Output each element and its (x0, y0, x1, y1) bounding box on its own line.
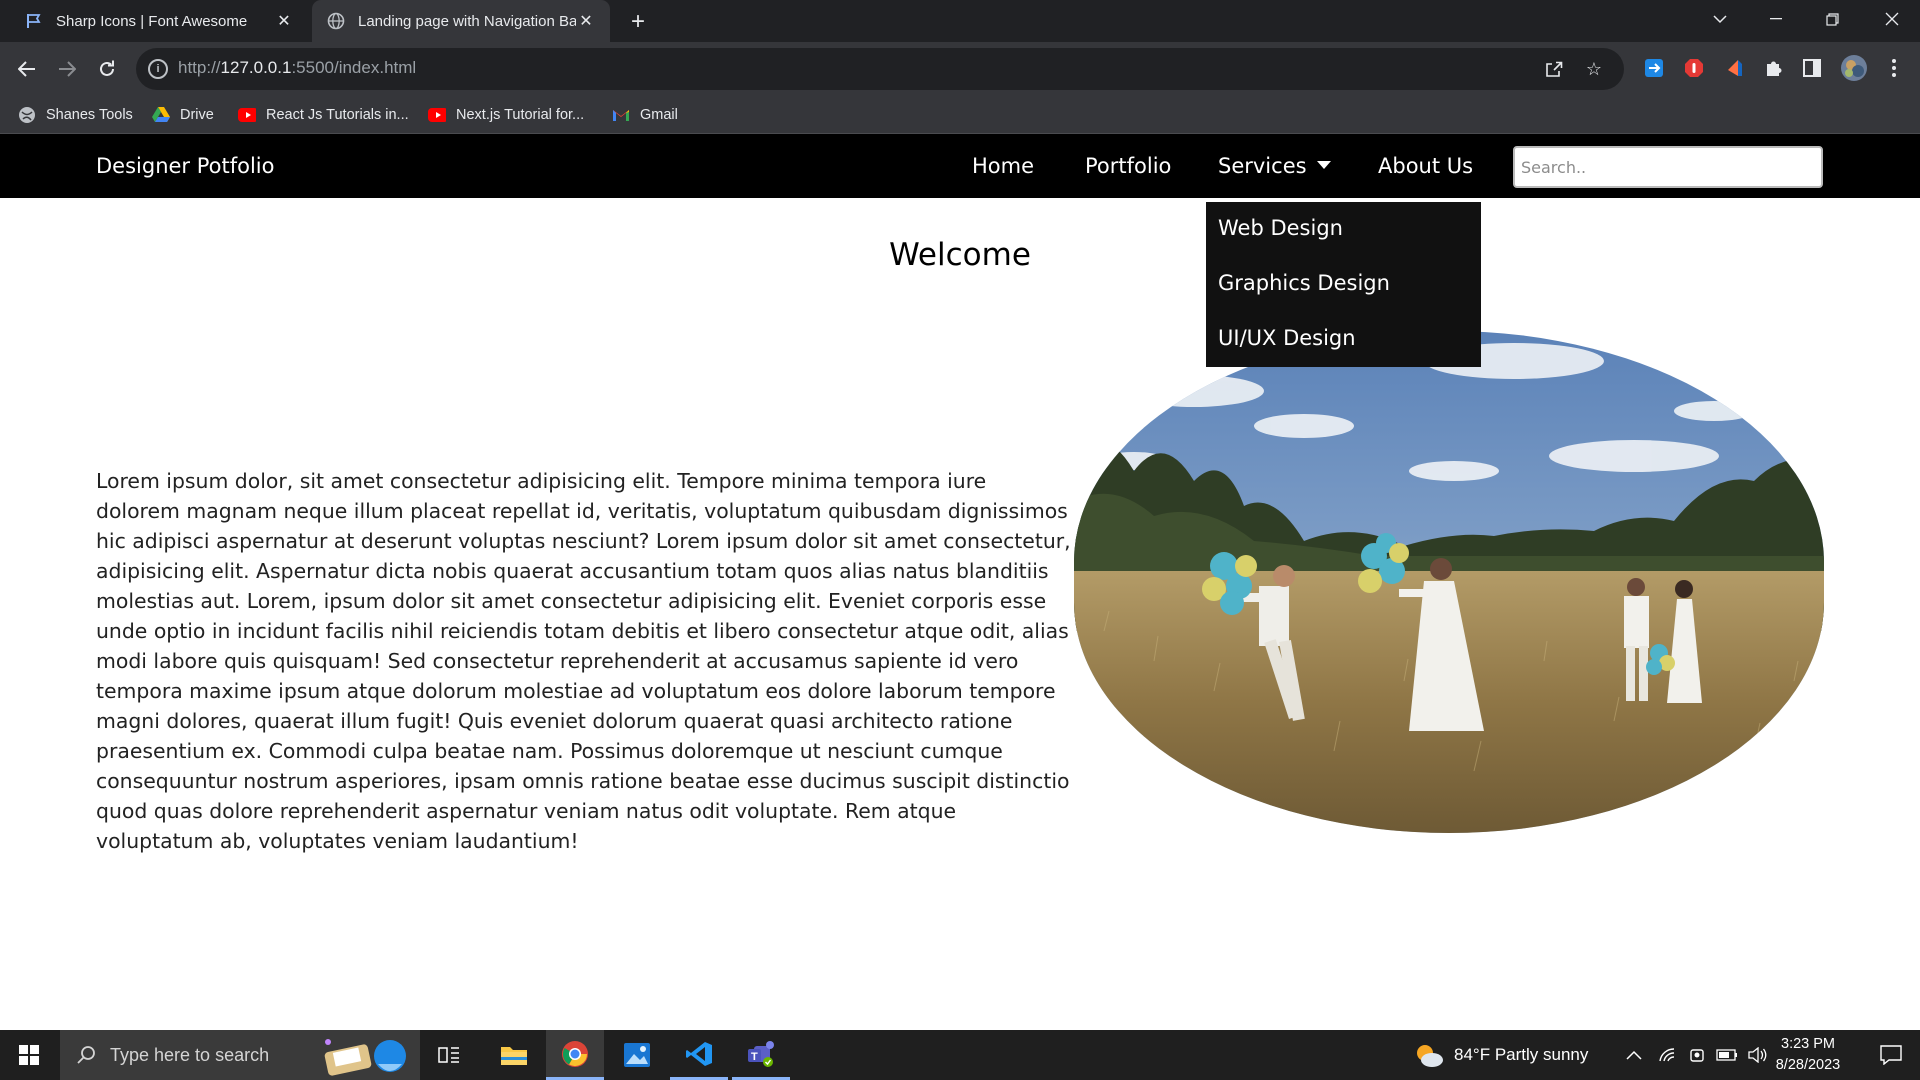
teams-icon[interactable]: T (732, 1030, 790, 1080)
tab-title: Landing page with Navigation Ba (358, 12, 576, 30)
weather-text: 84°F Partly sunny (1454, 1045, 1589, 1064)
tab-search-chevron-icon[interactable] (1694, 0, 1746, 38)
system-tray (1626, 1030, 1768, 1080)
intro-paragraph: Lorem ipsum dolor, sit amet consectetur … (96, 469, 1071, 853)
extension-adblock-icon[interactable] (1682, 56, 1706, 80)
restore-icon[interactable] (1806, 0, 1858, 38)
taskbar-clock[interactable]: 3:23 PM 8/28/2023 (1754, 1034, 1862, 1076)
notifications-icon[interactable] (1862, 1030, 1920, 1080)
search-icon (76, 1045, 96, 1065)
address-bar[interactable]: i http://127.0.0.1:5500/index.html ☆ (136, 48, 1624, 90)
bookmark-star-icon[interactable]: ☆ (1582, 57, 1606, 81)
hero-image (1074, 331, 1824, 833)
dropdown-item-web-design[interactable]: Web Design (1218, 216, 1343, 240)
site-search-input[interactable] (1513, 146, 1823, 188)
minimize-icon[interactable] (1750, 0, 1802, 38)
weather-widget[interactable]: 84°F Partly sunny (1414, 1030, 1588, 1080)
tab-close-icon[interactable]: ✕ (274, 11, 294, 31)
bookmark-label: React Js Tutorials in... (266, 107, 409, 123)
clock-date: 8/28/2023 (1775, 1057, 1841, 1073)
partly-sunny-icon (1414, 1042, 1444, 1068)
windows-start-icon[interactable] (0, 1030, 58, 1080)
menu-kebab-icon[interactable] (1882, 56, 1906, 80)
globe-icon (18, 106, 36, 124)
vscode-icon[interactable] (670, 1030, 728, 1080)
site-brand[interactable]: Designer Potfolio (96, 154, 275, 178)
network-icon[interactable] (1658, 1047, 1676, 1063)
bookmarks-bar: Shanes Tools Drive React Js Tutorials in… (0, 96, 1920, 134)
url-text: http://127.0.0.1:5500/index.html (178, 58, 417, 77)
windows-taskbar: Type here to search T 84°F Partly sunny (0, 1030, 1920, 1080)
tab-landing-page[interactable]: Landing page with Navigation Ba ✕ (312, 0, 610, 42)
bookmark-label: Next.js Tutorial for... (456, 107, 585, 123)
tray-chevron-up-icon[interactable] (1626, 1050, 1642, 1060)
bookmark-shanes-tools[interactable]: Shanes Tools (18, 104, 133, 126)
nav-portfolio-link[interactable]: Portfolio (1085, 154, 1171, 178)
bookmark-label: Gmail (640, 107, 678, 123)
share-icon[interactable] (1542, 57, 1566, 81)
new-tab-icon[interactable]: + (624, 8, 652, 36)
close-window-icon[interactable] (1866, 0, 1918, 38)
taskbar-search-box[interactable]: Type here to search (60, 1030, 420, 1080)
bookmark-nextjs-tutorial[interactable]: Next.js Tutorial for... (428, 104, 584, 126)
services-dropdown-menu: Web Design Graphics Design UI/UX Design (1206, 202, 1481, 367)
youtube-icon (428, 106, 446, 124)
bookmark-label: Shanes Tools (46, 107, 133, 123)
chrome-taskbar-icon[interactable] (546, 1030, 604, 1080)
nav-services-label: Services (1218, 154, 1307, 178)
site-navbar: Designer Potfolio Home Portfolio Service… (0, 134, 1920, 198)
tab-close-icon[interactable]: ✕ (576, 11, 596, 31)
extension-orange-icon[interactable] (1722, 56, 1746, 80)
browser-toolbar: i http://127.0.0.1:5500/index.html ☆ (0, 42, 1920, 96)
browser-tab-strip: Sharp Icons | Font Awesome ✕ Landing pag… (0, 0, 1920, 42)
gmail-icon (612, 106, 630, 124)
welcome-heading: Welcome (889, 237, 1031, 273)
bookmark-react-tutorials[interactable]: React Js Tutorials in... (238, 104, 409, 126)
side-panel-icon[interactable] (1800, 56, 1824, 80)
globe-icon (326, 11, 346, 31)
extensions-puzzle-icon[interactable] (1762, 56, 1786, 80)
back-icon[interactable] (12, 54, 42, 84)
tab-title: Sharp Icons | Font Awesome (56, 12, 248, 30)
nav-home-link[interactable]: Home (972, 154, 1034, 178)
meet-now-icon[interactable] (1688, 1047, 1706, 1063)
reload-icon[interactable] (92, 54, 122, 84)
tab-font-awesome[interactable]: Sharp Icons | Font Awesome ✕ (10, 0, 308, 42)
forward-icon[interactable] (52, 54, 82, 84)
caret-down-icon (1316, 161, 1331, 169)
dropdown-item-graphics-design[interactable]: Graphics Design (1218, 271, 1390, 295)
profile-avatar[interactable] (1840, 54, 1868, 82)
search-highlight-icon (320, 1034, 416, 1076)
bookmark-label: Drive (180, 107, 214, 123)
svg-text:T: T (751, 1051, 758, 1063)
nav-about-link[interactable]: About Us (1378, 154, 1473, 178)
bookmark-drive[interactable]: Drive (152, 104, 214, 126)
battery-icon[interactable] (1716, 1049, 1738, 1061)
flag-icon (24, 11, 44, 31)
file-explorer-icon[interactable] (485, 1030, 543, 1080)
bookmark-gmail[interactable]: Gmail (612, 104, 678, 126)
clock-time: 3:23 PM (1781, 1036, 1835, 1052)
nav-services-dropdown[interactable]: Services (1218, 154, 1331, 178)
photos-icon[interactable] (608, 1030, 666, 1080)
site-info-icon[interactable]: i (148, 59, 168, 79)
taskbar-search-placeholder: Type here to search (110, 1044, 270, 1065)
dropdown-item-uiux-design[interactable]: UI/UX Design (1218, 326, 1356, 350)
task-view-icon[interactable] (420, 1030, 478, 1080)
extension-translate-icon[interactable] (1642, 56, 1666, 80)
drive-icon (152, 106, 170, 124)
youtube-icon (238, 106, 256, 124)
